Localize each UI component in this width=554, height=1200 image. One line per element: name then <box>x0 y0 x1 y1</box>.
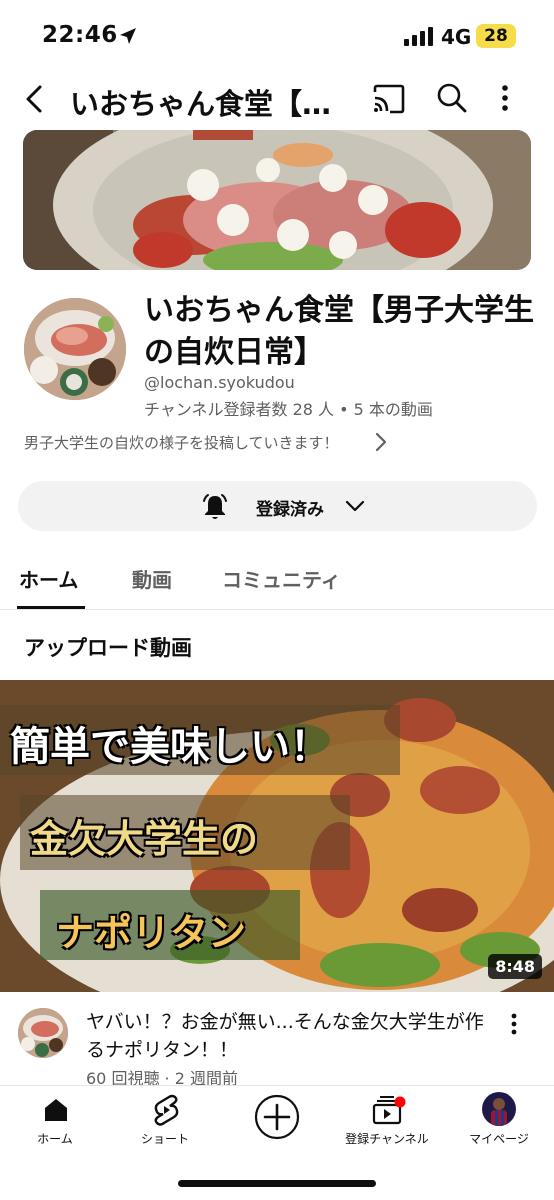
subscribed-label: 登録済み <box>256 500 324 520</box>
channel-description[interactable]: 男子大学生の自炊の様子を投稿していきます！ <box>24 432 339 453</box>
nav-you-label: マイページ <box>469 1132 529 1146</box>
nav-subscriptions[interactable]: 登録チャンネル <box>332 1086 442 1156</box>
subscriptions-icon <box>372 1095 406 1129</box>
battery-indicator: 28 <box>476 24 516 48</box>
video-thumbnail[interactable]: 簡単で美味しい！ 金欠大学生の ナポリタン 8:48 <box>0 680 554 992</box>
back-arrow-icon[interactable] <box>18 82 52 116</box>
network-type: 4G <box>441 25 472 49</box>
tab-community[interactable]: コミュニティ <box>222 564 341 593</box>
channel-handle: @lochan.syokudou <box>144 373 295 392</box>
status-bar: 22:46 4G 28 <box>0 0 554 70</box>
home-icon <box>42 1096 70 1128</box>
home-indicator <box>178 1180 376 1187</box>
video-more-options-icon[interactable] <box>509 1012 519 1042</box>
search-icon[interactable] <box>436 82 468 118</box>
subscribed-button[interactable]: 登録済み <box>18 481 537 531</box>
channel-name: いおちゃん食堂【男子大学生の自炊日常】 <box>144 293 534 370</box>
cellular-signal-icon <box>404 26 434 50</box>
notification-bell-icon <box>200 492 230 526</box>
channel-stats: チャンネル登録者数 28 人 • 5 本の動画 <box>144 400 433 419</box>
status-time: 22:46 <box>42 22 118 48</box>
nav-subscriptions-label: 登録チャンネル <box>345 1132 429 1146</box>
cast-icon[interactable] <box>372 84 406 118</box>
thumbnail-caption-line-2: 金欠大学生の <box>30 816 259 861</box>
create-icon <box>253 1093 301 1145</box>
video-channel-avatar[interactable] <box>18 1008 68 1058</box>
thumbnail-caption-line-3: ナポリタン <box>56 910 247 955</box>
nav-you[interactable]: マイページ <box>444 1086 554 1156</box>
nav-home-label: ホーム <box>37 1132 73 1146</box>
section-title: アップロード動画 <box>24 636 192 660</box>
channel-banner <box>23 130 531 270</box>
chevron-down-icon <box>344 496 366 520</box>
shorts-icon <box>152 1094 180 1130</box>
nav-shorts[interactable]: ショート <box>110 1086 220 1156</box>
top-app-bar: いおちゃん食堂【… <box>0 70 554 128</box>
chevron-right-icon[interactable] <box>372 431 390 457</box>
more-options-icon[interactable] <box>500 82 510 118</box>
profile-avatar <box>482 1092 516 1126</box>
nav-home[interactable]: ホーム <box>0 1086 110 1156</box>
tab-home[interactable]: ホーム <box>19 564 78 593</box>
video-duration: 8:48 <box>488 954 542 979</box>
tab-videos[interactable]: 動画 <box>132 564 172 593</box>
thumbnail-caption-line-1: 簡単で美味しい！ <box>10 723 330 770</box>
nav-shorts-label: ショート <box>140 1132 189 1146</box>
channel-avatar <box>24 298 126 400</box>
video-title[interactable]: ヤバい！？お金が無い...そんな金欠大学生が作るナポリタン！！ <box>86 1008 496 1064</box>
nav-create[interactable] <box>222 1086 332 1156</box>
notification-dot <box>394 1096 406 1108</box>
active-tab-indicator <box>17 606 85 609</box>
app-bar-title: いおちゃん食堂【… <box>70 87 332 121</box>
location-arrow-icon <box>118 26 138 50</box>
channel-tabs: ホーム 動画 コミュニティ <box>0 548 554 610</box>
